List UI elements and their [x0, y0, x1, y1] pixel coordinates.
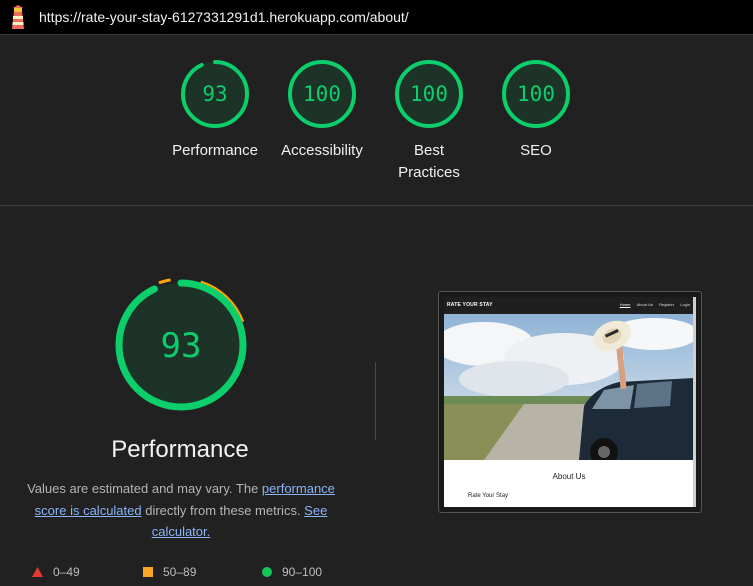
circle-icon [262, 567, 272, 577]
main-score: 93 [161, 326, 202, 366]
best-practices-gauge-ring: 100 [395, 60, 463, 128]
section-divider [0, 205, 753, 206]
performance-gauge-ring: 93 [181, 60, 249, 128]
lighthouse-icon [12, 5, 24, 29]
screenshot-menu-item: Home [619, 302, 631, 307]
screenshot-menu-item: Login [680, 302, 690, 307]
hero-image [444, 314, 694, 460]
triangle-icon [32, 567, 43, 577]
screenshot-navbar: RATE YOUR STAY Home About Us Register Lo… [444, 297, 696, 314]
gauge-seo[interactable]: 100 SEO [486, 58, 586, 162]
gauge-score: 100 [410, 82, 448, 106]
score-description: Values are estimated and may vary. The p… [18, 478, 344, 543]
screenshot-menu: Home About Us Register Login [615, 302, 690, 307]
gauge-label: Best Practices [398, 142, 460, 181]
gauge-label: Accessibility [281, 142, 363, 159]
accessibility-gauge-ring: 100 [288, 60, 356, 128]
legend-average: 50–89 [143, 565, 196, 579]
vertical-divider [375, 362, 376, 440]
legend-range: 90–100 [282, 565, 323, 579]
screenshot-menu-item: About Us [636, 302, 654, 307]
legend-pass: 90–100 [262, 565, 322, 579]
gauge-label: SEO [520, 142, 552, 159]
gauge-performance[interactable]: 93 Performance [165, 58, 265, 162]
square-icon [143, 567, 153, 577]
seo-gauge-ring: 100 [502, 60, 570, 128]
gauge-best-practices[interactable]: 100 Best Practices [379, 58, 479, 184]
gauge-score: 93 [202, 82, 227, 106]
screenshot-brand: RATE YOUR STAY [447, 302, 493, 308]
top-bar: https://rate-your-stay-6127331291d1.hero… [0, 0, 753, 35]
gauge-score: 100 [517, 82, 555, 106]
screenshot-subtext: Rate Your Stay [468, 493, 509, 499]
gauge-label: Performance [172, 142, 258, 159]
page-url[interactable]: https://rate-your-stay-6127331291d1.hero… [39, 9, 409, 25]
desc-prefix: Values are estimated and may vary. The [27, 481, 262, 496]
legend-fail: 0–49 [32, 565, 80, 579]
screenshot-menu-item: Register [659, 302, 675, 307]
desc-mid: directly from these metrics. [141, 502, 305, 518]
screenshot-scrollbar [693, 297, 696, 507]
performance-main-gauge: 93 [113, 277, 249, 413]
legend-range: 50–89 [163, 565, 197, 579]
screenshot-heading: About Us [552, 472, 586, 481]
legend-range: 0–49 [53, 565, 80, 579]
page-screenshot[interactable]: RATE YOUR STAY Home About Us Register Lo… [438, 291, 702, 513]
gauge-score: 100 [303, 82, 341, 106]
screenshot-viewport: RATE YOUR STAY Home About Us Register Lo… [444, 297, 696, 507]
score-legend: 0–49 50–89 90–100 [0, 565, 753, 585]
gauge-accessibility[interactable]: 100 Accessibility [272, 58, 372, 162]
score-gauges: 93 Performance 100 Accessibility 100 Bes… [0, 58, 753, 188]
performance-title: Performance [111, 436, 249, 463]
